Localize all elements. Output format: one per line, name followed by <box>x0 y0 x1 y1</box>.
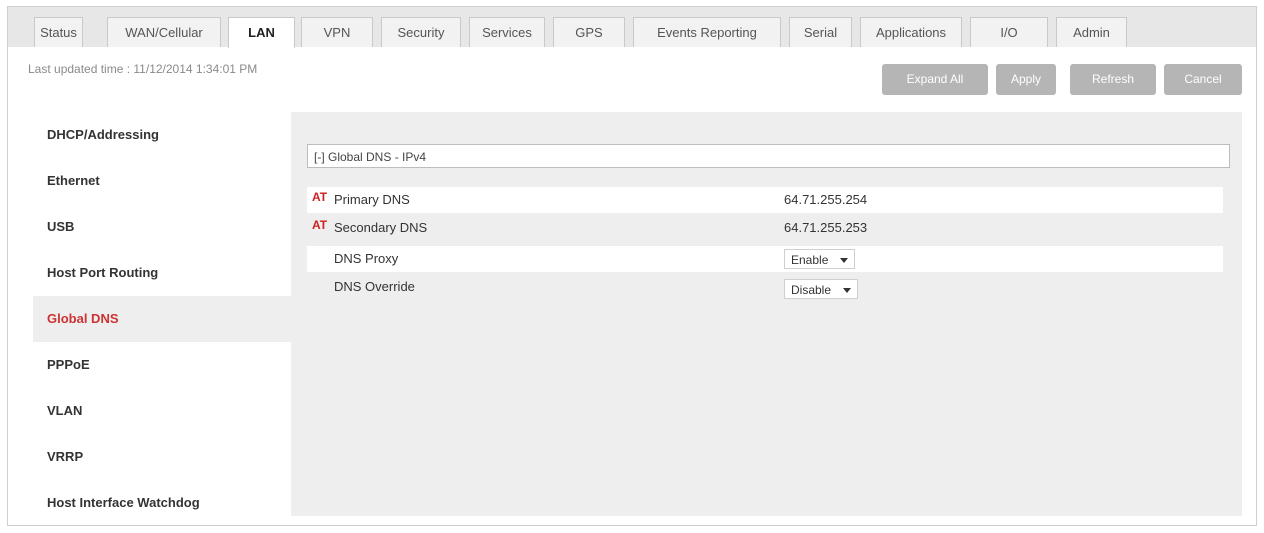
sidebar-item-dhcp-addressing[interactable]: DHCP/Addressing <box>33 112 291 158</box>
chevron-down-icon <box>843 288 852 293</box>
refresh-button[interactable]: Refresh <box>1070 64 1156 95</box>
at-command-marker: AT <box>312 218 328 232</box>
last-updated-text: Last updated time : 11/12/2014 1:34:01 P… <box>28 62 258 76</box>
tab-security[interactable]: Security <box>381 17 461 47</box>
tab-gps[interactable]: GPS <box>553 17 625 47</box>
primary-dns-label: Primary DNS <box>334 192 410 207</box>
dns-override-selected-value: Disable <box>791 283 832 297</box>
sidebar-item-pppoe[interactable]: PPPoE <box>33 342 291 388</box>
sidebar-item-host-port-routing[interactable]: Host Port Routing <box>33 250 291 296</box>
dns-proxy-label: DNS Proxy <box>334 251 399 266</box>
tab-io[interactable]: I/O <box>970 17 1048 47</box>
expand-all-button[interactable]: Expand All <box>882 64 988 95</box>
tab-serial[interactable]: Serial <box>789 17 852 47</box>
sidebar-item-global-dns[interactable]: Global DNS <box>33 296 291 342</box>
secondary-dns-value: 64.71.255.253 <box>784 220 868 235</box>
dns-override-select[interactable]: Disable <box>784 279 859 299</box>
dns-override-label: DNS Override <box>334 279 415 294</box>
chevron-down-icon <box>840 258 849 263</box>
tab-admin[interactable]: Admin <box>1056 17 1127 47</box>
dns-proxy-select[interactable]: Enable <box>784 249 856 269</box>
dns-proxy-selected-value: Enable <box>791 253 829 267</box>
tab-wan-cellular[interactable]: WAN/Cellular <box>107 17 221 47</box>
secondary-dns-label: Secondary DNS <box>334 220 428 235</box>
tab-services[interactable]: Services <box>469 17 545 47</box>
dns-proxy-row: DNS Proxy Enable <box>307 246 1223 272</box>
sidebar-item-host-interface-watchdog[interactable]: Host Interface Watchdog <box>33 480 291 526</box>
content-panel: [-] Global DNS - IPv4 AT Primary DNS 64.… <box>291 112 1242 516</box>
primary-dns-row: AT Primary DNS 64.71.255.254 <box>307 187 1223 213</box>
sidebar-nav: DHCP/Addressing Ethernet USB Host Port R… <box>33 112 291 526</box>
tab-vpn[interactable]: VPN <box>301 17 373 47</box>
sidebar-item-vlan[interactable]: VLAN <box>33 388 291 434</box>
tab-lan[interactable]: LAN <box>228 17 295 48</box>
tab-status[interactable]: Status <box>34 17 83 47</box>
sidebar-item-ethernet[interactable]: Ethernet <box>33 158 291 204</box>
secondary-dns-row: AT Secondary DNS 64.71.255.253 <box>307 215 1223 241</box>
dns-override-row: DNS Override Disable <box>307 278 1223 304</box>
tab-bar: Status WAN/Cellular LAN VPN Security Ser… <box>8 7 1256 48</box>
primary-dns-value: 64.71.255.254 <box>784 192 868 207</box>
tab-applications[interactable]: Applications <box>860 17 962 47</box>
at-command-marker: AT <box>312 190 328 204</box>
tab-events-reporting[interactable]: Events Reporting <box>633 17 781 47</box>
apply-button[interactable]: Apply <box>996 64 1056 95</box>
sidebar-item-vrrp[interactable]: VRRP <box>33 434 291 480</box>
global-dns-ipv4-section-header[interactable]: [-] Global DNS - IPv4 <box>307 144 1230 168</box>
cancel-button[interactable]: Cancel <box>1164 64 1242 95</box>
sidebar-item-usb[interactable]: USB <box>33 204 291 250</box>
